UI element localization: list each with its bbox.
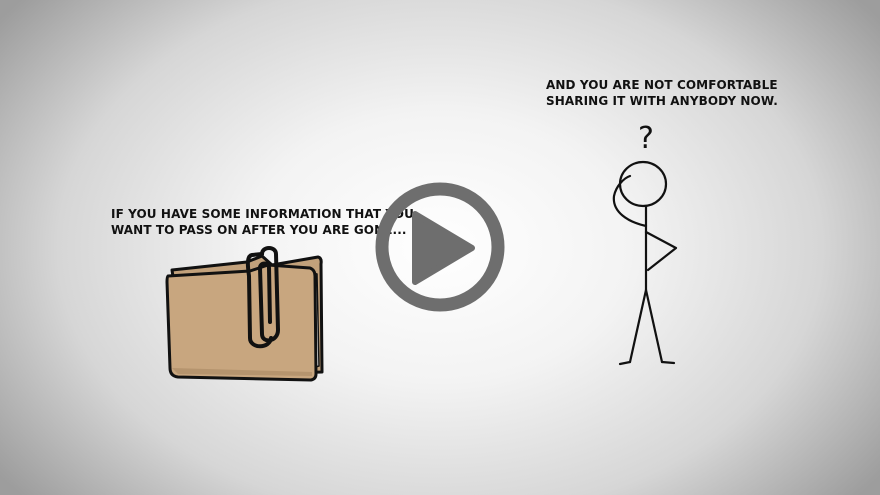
video-player[interactable]: IF YOU HAVE SOME INFORMATION THAT YOU WA…	[0, 0, 880, 495]
stick-figure-icon	[612, 160, 678, 366]
play-button[interactable]	[375, 182, 505, 312]
play-icon	[412, 211, 475, 285]
folder-icon	[165, 246, 324, 382]
question-mark: ?	[638, 121, 654, 156]
scene-illustration: ?	[165, 121, 678, 382]
